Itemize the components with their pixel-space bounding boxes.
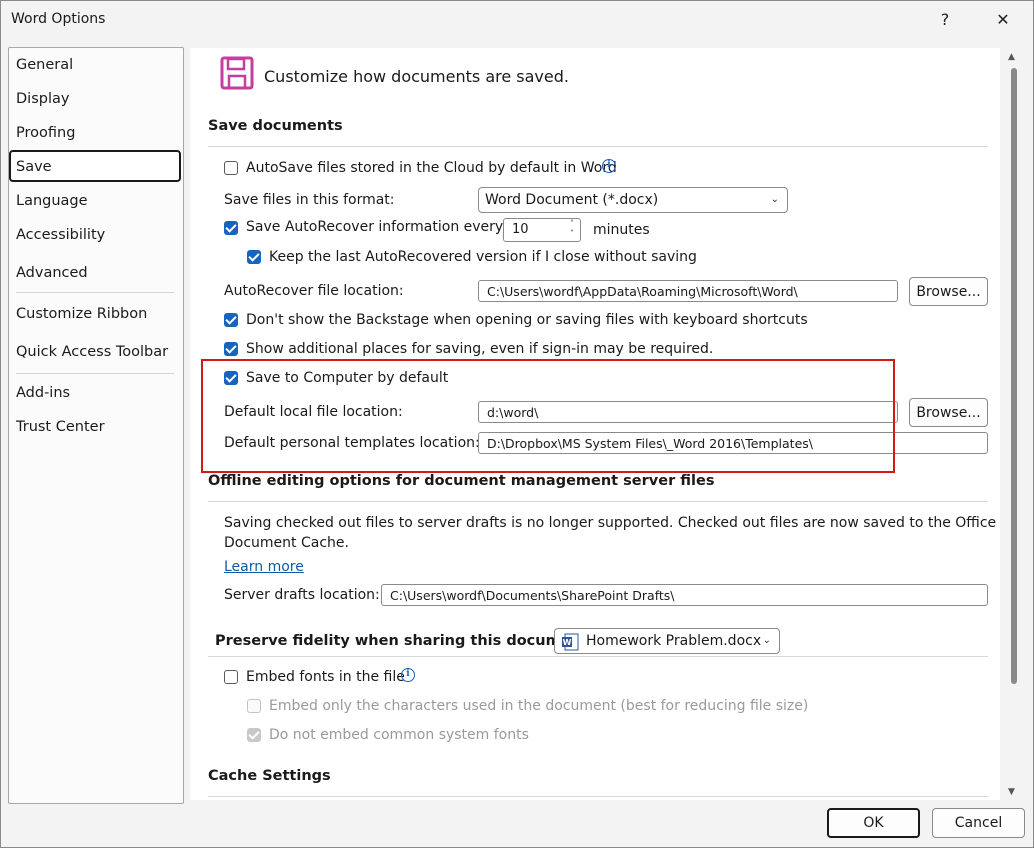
- chevron-down-icon[interactable]: ˅: [570, 229, 574, 238]
- keep-last-checkbox[interactable]: [247, 250, 261, 264]
- additional-places-label: Show additional places for saving, even …: [246, 341, 714, 357]
- backstage-label: Don't show the Backstage when opening or…: [246, 312, 808, 328]
- autorecover-minutes-stepper[interactable]: 10 ˄ ˅: [503, 218, 581, 242]
- section-heading-offline: Offline editing options for document man…: [208, 473, 715, 489]
- save-format-value: Word Document (*.docx): [485, 192, 659, 208]
- sidebar-item-language[interactable]: Language: [16, 193, 88, 215]
- floppy-disk-icon: [220, 56, 254, 94]
- sidebar-item-general[interactable]: General: [16, 57, 73, 79]
- word-document-icon: W: [561, 633, 579, 655]
- embed-fonts-checkbox[interactable]: [224, 670, 238, 684]
- sidebar-item-advanced[interactable]: Advanced: [16, 265, 88, 287]
- server-drafts-input[interactable]: C:\Users\wordf\Documents\SharePoint Draf…: [381, 584, 988, 606]
- browse-autorecover-button[interactable]: Browse...: [909, 277, 988, 306]
- sidebar-item-add-ins[interactable]: Add-ins: [16, 385, 70, 407]
- section-divider: [208, 501, 988, 502]
- minutes-label: minutes: [593, 222, 650, 238]
- fidelity-document-dropdown[interactable]: W Homework Prablem.docx ⌄: [554, 628, 780, 654]
- fidelity-document-value: Homework Prablem.docx: [586, 633, 762, 649]
- cancel-button[interactable]: Cancel: [932, 808, 1025, 838]
- autosave-label: AutoSave files stored in the Cloud by de…: [246, 160, 617, 176]
- section-heading-cache: Cache Settings: [208, 768, 331, 784]
- info-icon[interactable]: i: [401, 668, 415, 682]
- autorecover-location-input[interactable]: C:\Users\wordf\AppData\Roaming\Microsoft…: [478, 280, 898, 302]
- browse-local-button[interactable]: Browse...: [909, 398, 988, 427]
- scroll-down-icon[interactable]: ▼: [1008, 787, 1015, 797]
- sidebar-item-quick-access-toolbar[interactable]: Quick Access Toolbar: [16, 344, 168, 366]
- chevron-up-icon[interactable]: ˄: [570, 219, 574, 228]
- sidebar-divider: [16, 292, 174, 293]
- section-divider: [208, 146, 988, 147]
- offline-description-line2: Document Cache.: [224, 535, 349, 551]
- chevron-down-icon: ⌄: [762, 635, 771, 646]
- ok-button[interactable]: OK: [827, 808, 920, 838]
- section-heading-save-documents: Save documents: [208, 118, 343, 134]
- learn-more-link[interactable]: Learn more: [224, 559, 304, 575]
- scrollbar-thumb[interactable]: [1011, 68, 1017, 684]
- autorecover-location-label: AutoRecover file location:: [224, 283, 404, 299]
- close-button[interactable]: ✕: [983, 4, 1023, 34]
- autorecover-checkbox[interactable]: [224, 221, 238, 235]
- no-common-fonts-label: Do not embed common system fonts: [269, 727, 529, 743]
- embed-fonts-label: Embed fonts in the file: [246, 669, 405, 685]
- embed-characters-label: Embed only the characters used in the do…: [269, 698, 809, 714]
- sidebar-divider: [16, 373, 174, 374]
- section-heading-fidelity: Preserve fidelity when sharing this docu…: [215, 633, 594, 649]
- chevron-down-icon: ⌄: [770, 194, 779, 205]
- section-divider: [208, 796, 988, 797]
- save-format-dropdown[interactable]: Word Document (*.docx) ⌄: [478, 187, 788, 213]
- no-common-fonts-checkbox: [247, 728, 261, 742]
- info-icon[interactable]: i: [602, 159, 616, 173]
- sidebar-item-trust-center[interactable]: Trust Center: [16, 419, 105, 441]
- highlight-box: [201, 359, 895, 473]
- server-drafts-label: Server drafts location:: [224, 587, 380, 603]
- scroll-up-icon[interactable]: ▲: [1008, 52, 1015, 62]
- sidebar-item-proofing[interactable]: Proofing: [16, 125, 75, 147]
- backstage-checkbox[interactable]: [224, 313, 238, 327]
- autosave-checkbox[interactable]: [224, 161, 238, 175]
- sidebar-item-save[interactable]: Save: [16, 159, 52, 181]
- window-title: Word Options: [11, 11, 106, 27]
- autorecover-minutes-value: 10: [512, 222, 529, 237]
- keep-last-label: Keep the last AutoRecovered version if I…: [269, 249, 697, 265]
- additional-places-checkbox[interactable]: [224, 342, 238, 356]
- autorecover-label: Save AutoRecover information every: [246, 219, 504, 235]
- offline-description-line1: Saving checked out files to server draft…: [224, 515, 997, 531]
- sidebar-item-accessibility[interactable]: Accessibility: [16, 227, 105, 249]
- sidebar-item-display[interactable]: Display: [16, 91, 69, 113]
- format-label: Save files in this format:: [224, 192, 395, 208]
- sidebar-item-customize-ribbon[interactable]: Customize Ribbon: [16, 306, 147, 328]
- close-icon: ✕: [996, 9, 1010, 29]
- svg-text:W: W: [563, 638, 572, 647]
- page-title: Customize how documents are saved.: [264, 67, 569, 86]
- help-button[interactable]: ?: [925, 4, 965, 34]
- section-divider: [208, 656, 988, 657]
- embed-characters-checkbox: [247, 699, 261, 713]
